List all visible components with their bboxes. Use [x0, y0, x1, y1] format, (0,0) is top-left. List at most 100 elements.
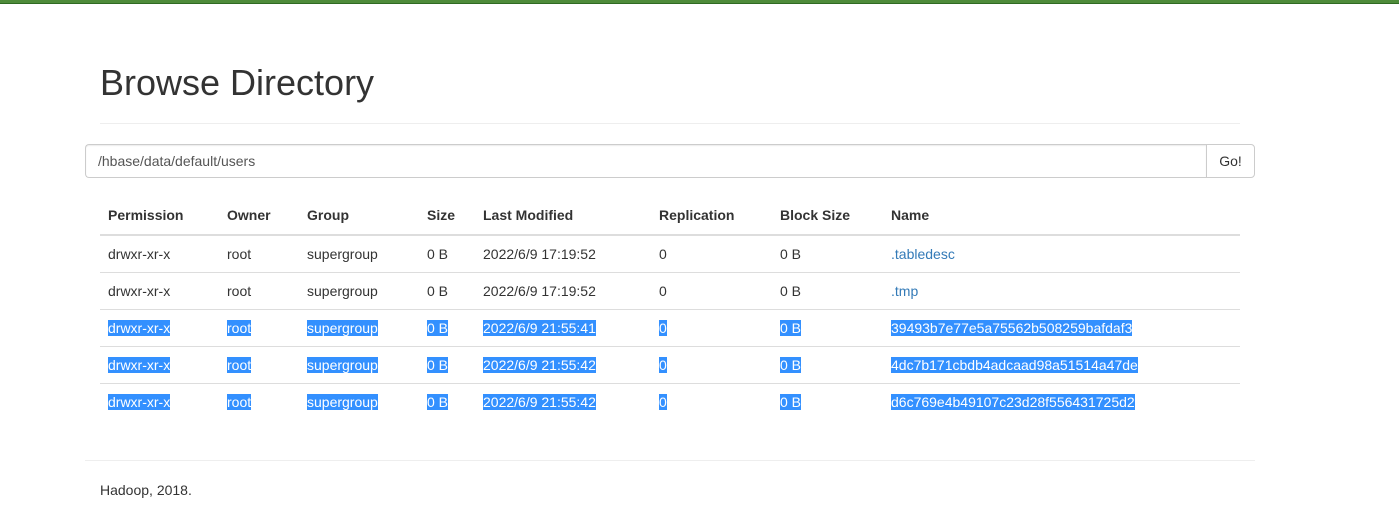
cell-size: 0 B [419, 272, 475, 310]
directory-link[interactable]: 4dc7b171cbdb4adcaad98a51514a47de [891, 357, 1138, 373]
permission-value: drwxr-xr-x [108, 246, 171, 262]
size-value: 0 B [427, 357, 449, 373]
cell-name[interactable]: 4dc7b171cbdb4adcaad98a51514a47de [883, 346, 1240, 384]
cell-replication: 0 [651, 346, 772, 384]
footer-text: Hadoop, 2018. [100, 482, 192, 498]
last-modified-value: 2022/6/9 17:19:52 [483, 246, 596, 262]
directory-link[interactable]: 39493b7e77e5a75562b508259bafdaf3 [891, 320, 1133, 336]
cell-last-modified: 2022/6/9 17:19:52 [475, 234, 651, 273]
cell-name[interactable]: 39493b7e77e5a75562b508259bafdaf3 [883, 309, 1240, 347]
cell-last-modified: 2022/6/9 17:19:52 [475, 272, 651, 310]
replication-value: 0 [659, 246, 667, 262]
group-value: supergroup [307, 320, 378, 336]
group-value: supergroup [307, 246, 378, 262]
header-last-modified[interactable]: Last Modified [475, 196, 651, 236]
permission-value: drwxr-xr-x [108, 357, 171, 373]
permission-value: drwxr-xr-x [108, 394, 171, 410]
block-size-value: 0 B [780, 283, 802, 299]
cell-size: 0 B [419, 309, 475, 347]
name-value: .tmp [891, 283, 919, 299]
owner-value: root [227, 320, 252, 336]
replication-value: 0 [659, 320, 667, 336]
cell-last-modified: 2022/6/9 21:55:42 [475, 346, 651, 384]
cell-size: 0 B [419, 346, 475, 384]
path-input[interactable] [85, 144, 1206, 178]
replication-value: 0 [659, 357, 667, 373]
cell-permission: drwxr-xr-x [100, 383, 219, 420]
owner-value: root [227, 357, 252, 373]
last-modified-value: 2022/6/9 21:55:42 [483, 394, 596, 410]
cell-name[interactable]: .tabledesc [883, 234, 1240, 273]
block-size-value: 0 B [780, 394, 802, 410]
table-body: drwxr-xr-x root supergroup 0 B 2022/6/9 17:1… [100, 234, 1240, 420]
cell-group: supergroup [299, 272, 419, 310]
header-size[interactable]: Size [419, 196, 475, 236]
size-value: 0 B [427, 394, 449, 410]
table-header-row: Permission Owner Group Size Last Modifie… [100, 196, 1240, 236]
cell-block-size: 0 B [772, 309, 883, 347]
cell-group: supergroup [299, 346, 419, 384]
cell-permission: drwxr-xr-x [100, 272, 219, 310]
size-value: 0 B [427, 320, 449, 336]
top-accent-bar [0, 0, 1399, 4]
cell-owner: root [219, 309, 299, 347]
table-row: drwxr-xr-x root supergroup 0 B 2022/6/9 21:5… [100, 346, 1240, 384]
cell-name[interactable]: .tmp [883, 272, 1240, 310]
last-modified-value: 2022/6/9 21:55:41 [483, 320, 596, 336]
cell-replication: 0 [651, 383, 772, 420]
directory-link[interactable]: .tabledesc [891, 246, 955, 262]
name-value: 4dc7b171cbdb4adcaad98a51514a47de [891, 357, 1138, 373]
header-replication[interactable]: Replication [651, 196, 772, 236]
cell-replication: 0 [651, 272, 772, 310]
table-row: drwxr-xr-x root supergroup 0 B 2022/6/9 17:1… [100, 234, 1240, 273]
owner-value: root [227, 394, 252, 410]
cell-last-modified: 2022/6/9 21:55:42 [475, 383, 651, 420]
last-modified-value: 2022/6/9 17:19:52 [483, 283, 596, 299]
table-row: drwxr-xr-x root supergroup 0 B 2022/6/9 17:1… [100, 272, 1240, 310]
title-divider [100, 123, 1240, 124]
name-value: 39493b7e77e5a75562b508259bafdaf3 [891, 320, 1133, 336]
directory-link[interactable]: d6c769e4b49107c23d28f556431725d2 [891, 394, 1135, 410]
cell-block-size: 0 B [772, 234, 883, 273]
header-group[interactable]: Group [299, 196, 419, 236]
directory-link[interactable]: .tmp [891, 283, 918, 299]
owner-value: root [227, 246, 252, 262]
last-modified-value: 2022/6/9 21:55:42 [483, 357, 596, 373]
header-name[interactable]: Name [883, 196, 1240, 236]
table-row: drwxr-xr-x root supergroup 0 B 2022/6/9 21:5… [100, 309, 1240, 347]
owner-value: root [227, 283, 252, 299]
cell-replication: 0 [651, 234, 772, 273]
replication-value: 0 [659, 394, 667, 410]
header-block-size[interactable]: Block Size [772, 196, 883, 236]
block-size-value: 0 B [780, 357, 802, 373]
cell-owner: root [219, 234, 299, 273]
cell-group: supergroup [299, 309, 419, 347]
cell-owner: root [219, 346, 299, 384]
cell-permission: drwxr-xr-x [100, 234, 219, 273]
group-value: supergroup [307, 394, 378, 410]
path-form: Go! [85, 144, 1255, 178]
permission-value: drwxr-xr-x [108, 283, 171, 299]
table-row: drwxr-xr-x root supergroup 0 B 2022/6/9 21:5… [100, 383, 1240, 420]
go-button[interactable]: Go! [1206, 144, 1255, 178]
header-owner[interactable]: Owner [219, 196, 299, 236]
cell-size: 0 B [419, 383, 475, 420]
block-size-value: 0 B [780, 246, 802, 262]
cell-owner: root [219, 383, 299, 420]
name-value: d6c769e4b49107c23d28f556431725d2 [891, 394, 1135, 410]
cell-block-size: 0 B [772, 346, 883, 384]
cell-permission: drwxr-xr-x [100, 309, 219, 347]
group-value: supergroup [307, 357, 378, 373]
name-value: .tabledesc [891, 246, 955, 262]
replication-value: 0 [659, 283, 667, 299]
cell-permission: drwxr-xr-x [100, 346, 219, 384]
cell-block-size: 0 B [772, 383, 883, 420]
cell-last-modified: 2022/6/9 21:55:41 [475, 309, 651, 347]
header-permission[interactable]: Permission [100, 196, 219, 236]
group-value: supergroup [307, 283, 378, 299]
cell-size: 0 B [419, 234, 475, 273]
cell-owner: root [219, 272, 299, 310]
block-size-value: 0 B [780, 320, 802, 336]
cell-name[interactable]: d6c769e4b49107c23d28f556431725d2 [883, 383, 1240, 420]
size-value: 0 B [427, 246, 449, 262]
